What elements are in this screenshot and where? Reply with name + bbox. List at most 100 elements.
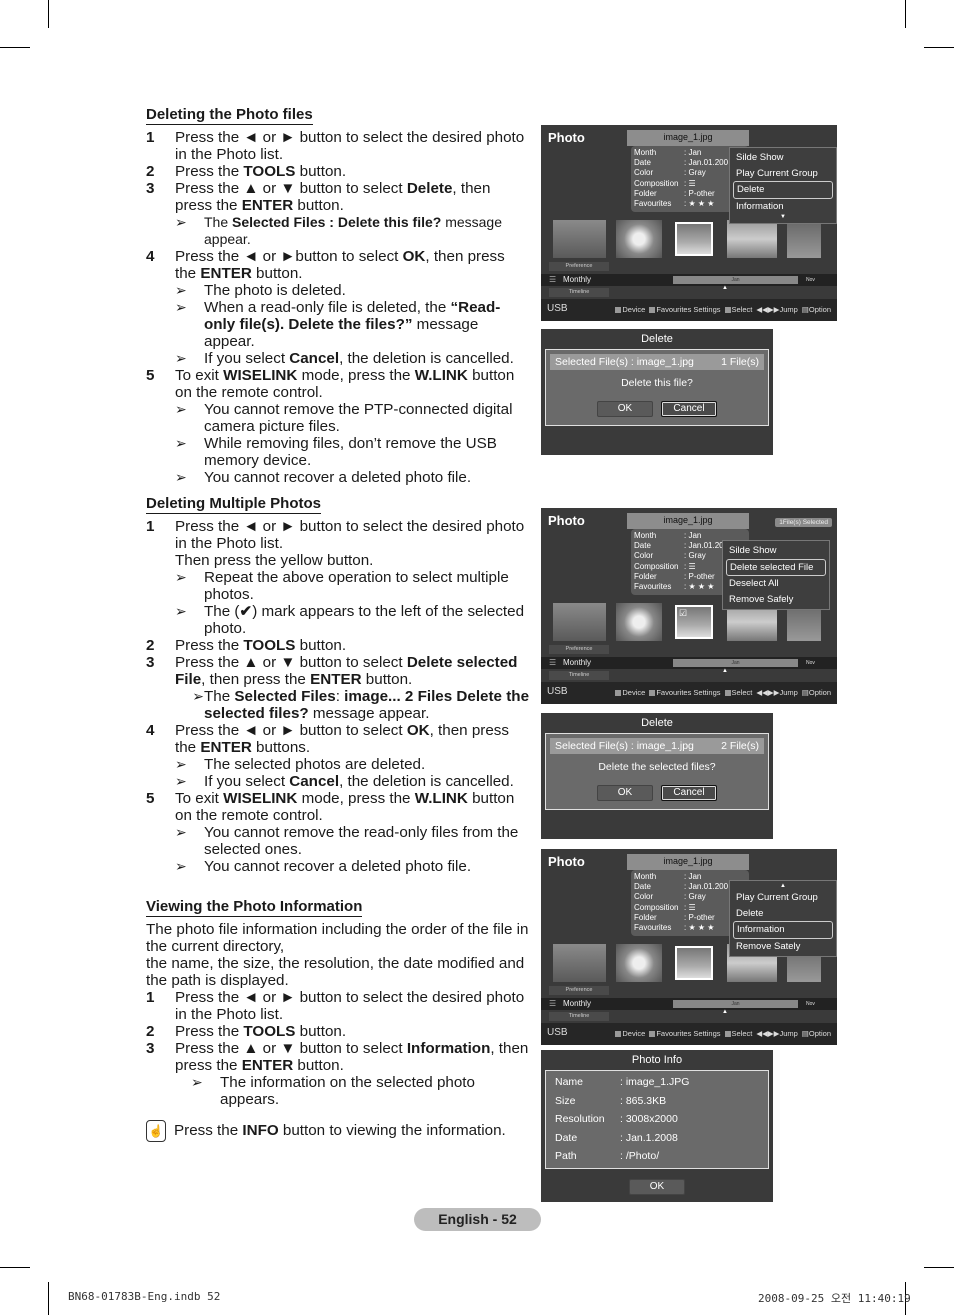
crop-mark xyxy=(905,0,906,28)
monthly-view[interactable]: ☰ Monthly xyxy=(549,998,591,1010)
cancel-button[interactable]: Cancel xyxy=(661,401,717,417)
menu-item[interactable]: Delete xyxy=(733,906,833,922)
ok-button[interactable]: OK xyxy=(629,1178,685,1195)
photo-thumbnail-selected[interactable] xyxy=(675,222,713,256)
preference-tab[interactable]: Preference xyxy=(549,645,609,654)
photo-thumbnail-selected[interactable] xyxy=(675,946,713,980)
timeline-bar[interactable]: Jan xyxy=(673,1000,798,1008)
timeline-end-label: Nov xyxy=(806,277,815,283)
tv-screen-information: Photo image_1.jpg Month: Jan Date: Jan.01… xyxy=(541,849,837,1045)
green-button-icon xyxy=(649,1031,656,1038)
note: ➢ When a read-only file is deleted, the “… xyxy=(175,299,501,350)
arrow-icon: ➢ xyxy=(175,569,187,585)
button-legend: Device Favourites Settings Select ◀◀▶▶Ju… xyxy=(615,305,831,314)
section-viewing-photo-information: Viewing the Photo Information The photo … xyxy=(146,898,530,1142)
step: 4 Press the ◄ or ►button to select OK, th… xyxy=(146,248,505,282)
step: 5 To exit WISELINK mode, press the W.LINK… xyxy=(146,367,515,401)
photo-thumbnail[interactable] xyxy=(553,944,606,982)
crop-mark xyxy=(924,47,954,48)
green-button-icon xyxy=(649,690,656,697)
arrow-icon: ➢ xyxy=(175,756,187,772)
menu-item[interactable]: Remove Sately xyxy=(733,939,833,955)
note: ➢ While removing files, don’t remove the … xyxy=(175,435,497,469)
timeline-tab[interactable]: Timeline xyxy=(549,671,609,680)
legend-option: ▤Option xyxy=(801,305,831,314)
selected-count-badge: 1File(s) Selected xyxy=(775,518,832,527)
tv-screen-delete-multiple: Photo image_1.jpg Month: Jan Date: Jan.01… xyxy=(541,508,837,704)
preference-tab[interactable]: Preference xyxy=(549,986,609,995)
menu-item[interactable]: Deselect All xyxy=(726,576,826,592)
dialog-title: Delete xyxy=(641,333,673,345)
step: 5 To exit WISELINK mode, press the W.LINK… xyxy=(146,790,515,824)
photo-thumbnail-selected[interactable]: ☑ xyxy=(675,605,713,639)
menu-item[interactable]: Delete xyxy=(733,181,833,199)
monthly-view[interactable]: ☰ Monthly xyxy=(549,657,591,669)
selected-files-row: Selected File(s) : image_1.jpg 1 File(s) xyxy=(550,354,764,370)
monthly-view[interactable]: ☰ Monthly xyxy=(549,274,591,286)
list-icon: ☰ xyxy=(549,658,557,667)
timeline-end-label: Nov xyxy=(806,1001,815,1007)
scroll-up-icon[interactable]: ▲ xyxy=(733,883,833,890)
legend-option: ▤Option xyxy=(801,688,831,697)
arrow-icon: ➢ xyxy=(175,299,187,315)
rewind-ff-icon: ◀◀▶▶ xyxy=(756,305,780,314)
red-button-icon xyxy=(615,1031,622,1038)
legend-device: Device xyxy=(615,1029,645,1038)
timeline-bar[interactable]: Jan xyxy=(673,276,798,284)
info-row: Date: Jan.1.2008 xyxy=(555,1131,678,1144)
photo-thumbnail[interactable] xyxy=(553,220,606,258)
menu-item[interactable]: Play Current Group xyxy=(733,890,833,906)
menu-item[interactable]: Delete selected File xyxy=(726,558,826,576)
note: ➢ The selected photos are deleted. xyxy=(175,756,426,773)
cancel-button[interactable]: Cancel xyxy=(661,785,717,801)
crop-mark xyxy=(48,1282,49,1315)
timeline-bar[interactable]: Jan xyxy=(673,659,798,667)
note: ➢ The Selected Files : Delete this file? … xyxy=(175,214,503,247)
preference-tab[interactable]: Preference xyxy=(549,262,609,271)
crop-mark xyxy=(0,1267,30,1268)
timeline-pointer-icon: ▲ xyxy=(722,285,728,291)
menu-item[interactable]: Information xyxy=(733,199,833,215)
note: ➢ The photo is deleted. xyxy=(175,282,346,299)
ok-button[interactable]: OK xyxy=(597,785,653,801)
legend-jump: ◀◀▶▶Jump xyxy=(756,688,798,697)
photo-thumbnail[interactable] xyxy=(616,220,662,258)
yellow-button-icon xyxy=(724,307,731,314)
photo-thumbnail[interactable] xyxy=(616,603,662,641)
step: 1 Press the ◄ or ► button to select the d… xyxy=(146,518,525,569)
crop-mark xyxy=(924,1267,954,1268)
info-table: Name: image_1.JPG Size: 865.3KB Resolution… xyxy=(545,1070,769,1169)
arrow-icon: ➢ xyxy=(175,435,187,451)
note: ➢ The information on the selected photo a… xyxy=(191,1074,475,1108)
arrow-icon: ➢ xyxy=(175,401,187,417)
step: 1 Press the ◄ or ► button to select the d… xyxy=(146,989,525,1023)
legend-select: Select xyxy=(724,688,752,697)
tools-icon: ▤ xyxy=(801,688,809,697)
tools-menu: Silde Show Delete selected File Deselect A… xyxy=(722,540,830,610)
menu-item[interactable]: Remove Safely xyxy=(726,592,826,608)
tools-icon: ▤ xyxy=(801,305,809,314)
arrow-icon: ➢ xyxy=(191,1074,203,1090)
legend-device: Device xyxy=(615,305,645,314)
info-row: Name: image_1.JPG xyxy=(555,1076,690,1088)
menu-item[interactable]: Information xyxy=(733,921,833,939)
list-icon: ☰ xyxy=(549,999,557,1008)
scroll-down-icon[interactable]: ▼ xyxy=(733,214,833,221)
menu-item[interactable]: Play Current Group xyxy=(733,166,833,182)
legend-favourites: Favourites Settings xyxy=(649,305,721,314)
timeline-tab[interactable]: Timeline xyxy=(549,1012,609,1021)
photo-thumbnail[interactable] xyxy=(616,944,662,982)
legend-device: Device xyxy=(615,688,645,697)
checkbox-icon: ☑ xyxy=(679,608,688,618)
ok-button[interactable]: OK xyxy=(597,401,653,417)
print-filename: BN68-01783B-Eng.indb 52 xyxy=(68,1290,221,1303)
step: 2 Press the TOOLS button. xyxy=(146,1023,347,1040)
photo-thumbnail[interactable] xyxy=(553,603,606,641)
photo-thumbnail[interactable] xyxy=(727,220,777,258)
section-deleting-multiple-photos: Deleting Multiple Photos 1 Press the ◄ or… xyxy=(146,495,530,875)
menu-item[interactable]: Silde Show xyxy=(726,543,826,559)
timeline-tab[interactable]: Timeline xyxy=(549,288,609,297)
file-name: image_1.jpg xyxy=(627,513,749,529)
photo-thumbnail[interactable] xyxy=(787,220,821,258)
menu-item[interactable]: Silde Show xyxy=(733,150,833,166)
